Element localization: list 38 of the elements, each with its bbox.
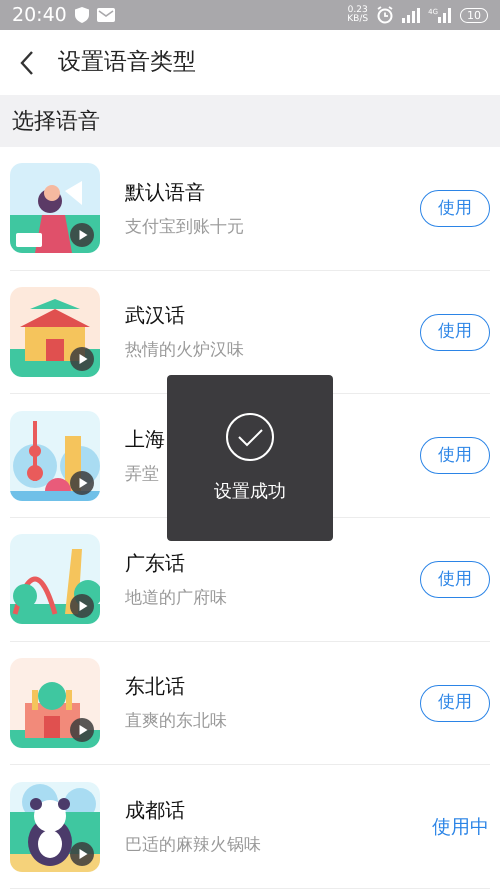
in-use-label[interactable]: 使用中 <box>431 808 490 846</box>
net-speed-unit: KB/S <box>347 15 368 24</box>
section-title: 选择语音 <box>12 108 100 136</box>
voice-description: 支付宝到账十元 <box>125 216 244 239</box>
voice-title: 上海 <box>125 426 165 453</box>
check-icon <box>225 412 275 462</box>
status-time: 20:40 <box>12 2 67 28</box>
signal-icon <box>402 8 420 22</box>
play-icon[interactable] <box>70 594 94 618</box>
use-button[interactable]: 使用 <box>420 190 490 227</box>
play-icon[interactable] <box>70 347 94 372</box>
use-button[interactable]: 使用 <box>420 314 490 351</box>
voice-description: 弄堂 <box>125 462 159 486</box>
signal-icon <box>438 8 452 22</box>
voice-title: 广东话 <box>125 550 185 577</box>
toast-message: 设置成功 <box>214 480 286 504</box>
play-icon[interactable] <box>70 470 94 495</box>
play-icon[interactable] <box>70 718 94 742</box>
mail-icon <box>96 8 115 22</box>
alarm-icon <box>376 6 394 24</box>
page-title: 设置语音类型 <box>58 48 196 78</box>
battery-level: 10 <box>460 8 488 22</box>
voice-title: 武汉话 <box>125 302 185 330</box>
voice-description: 巴适的麻辣火锅味 <box>125 834 261 858</box>
use-button[interactable]: 使用 <box>420 684 490 722</box>
shield-icon <box>74 7 89 23</box>
voice-title: 东北话 <box>125 673 185 700</box>
voice-title: 默认语音 <box>125 178 205 206</box>
play-icon[interactable] <box>70 842 94 866</box>
net-speed: 0.23 <box>347 6 368 15</box>
use-button[interactable]: 使用 <box>420 560 490 598</box>
use-button[interactable]: 使用 <box>420 437 490 474</box>
voice-description: 热情的火炉汉味 <box>125 339 244 362</box>
voice-description: 直爽的东北味 <box>125 710 227 734</box>
play-icon[interactable] <box>70 223 94 248</box>
voice-description: 地道的广府味 <box>125 586 227 610</box>
back-icon[interactable] <box>20 50 34 76</box>
voice-title: 成都话 <box>125 797 185 824</box>
